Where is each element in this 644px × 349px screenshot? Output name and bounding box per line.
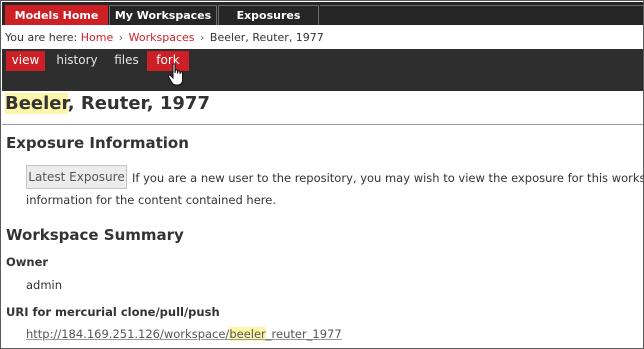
breadcrumb-home-link[interactable]: Home: [81, 31, 113, 44]
uri-prefix: http://184.169.251.126/workspace/: [26, 327, 230, 341]
page-title: Beeler, Reuter, 1977: [5, 93, 210, 114]
breadcrumb-current: Beeler, Reuter, 1977: [209, 31, 324, 44]
tab-history[interactable]: history: [52, 51, 102, 71]
exposure-description-line1: If you are a new user to the repository,…: [132, 171, 644, 185]
breadcrumb-separator: ›: [118, 31, 124, 44]
page-title-rest: , Reuter, 1977: [67, 93, 210, 114]
breadcrumb-separator: ›: [200, 31, 205, 44]
top-navigation: Models Home My Workspaces Exposures: [2, 2, 643, 25]
uri-suffix: _reuter_1977: [265, 327, 342, 341]
nav-tab-exposures[interactable]: Exposures: [218, 5, 319, 25]
nav-tab-strip-remainder: [320, 5, 643, 25]
hand-pointer-cursor-icon: [167, 63, 183, 86]
nav-tab-models-home[interactable]: Models Home: [5, 5, 108, 25]
breadcrumb-workspaces-link[interactable]: Workspaces: [129, 31, 195, 44]
exposure-information-heading: Exposure Information: [6, 134, 189, 152]
workspace-summary-heading: Workspace Summary: [6, 226, 184, 244]
page-title-highlight: Beeler: [5, 93, 68, 114]
breadcrumb: You are here: Home › Workspaces › Beeler…: [5, 31, 324, 44]
tab-view[interactable]: view: [6, 51, 45, 71]
owner-label: Owner: [6, 255, 49, 269]
content-tabs: view history files fork: [2, 49, 643, 91]
exposure-description-line2: information for the content contained he…: [26, 193, 276, 207]
breadcrumb-prefix: You are here:: [5, 31, 78, 44]
owner-value: admin: [26, 278, 63, 292]
tab-files[interactable]: files: [109, 51, 144, 71]
workspace-uri-link[interactable]: http://184.169.251.126/workspace/beeler_…: [26, 327, 342, 341]
nav-tab-my-workspaces[interactable]: My Workspaces: [109, 5, 217, 25]
browser-page: Models Home My Workspaces Exposures You …: [0, 0, 644, 349]
latest-exposure-button[interactable]: Latest Exposure: [26, 165, 127, 189]
uri-label: URI for mercurial clone/pull/push: [6, 305, 220, 319]
title-divider: [2, 124, 643, 125]
uri-highlight: beeler: [229, 327, 266, 341]
